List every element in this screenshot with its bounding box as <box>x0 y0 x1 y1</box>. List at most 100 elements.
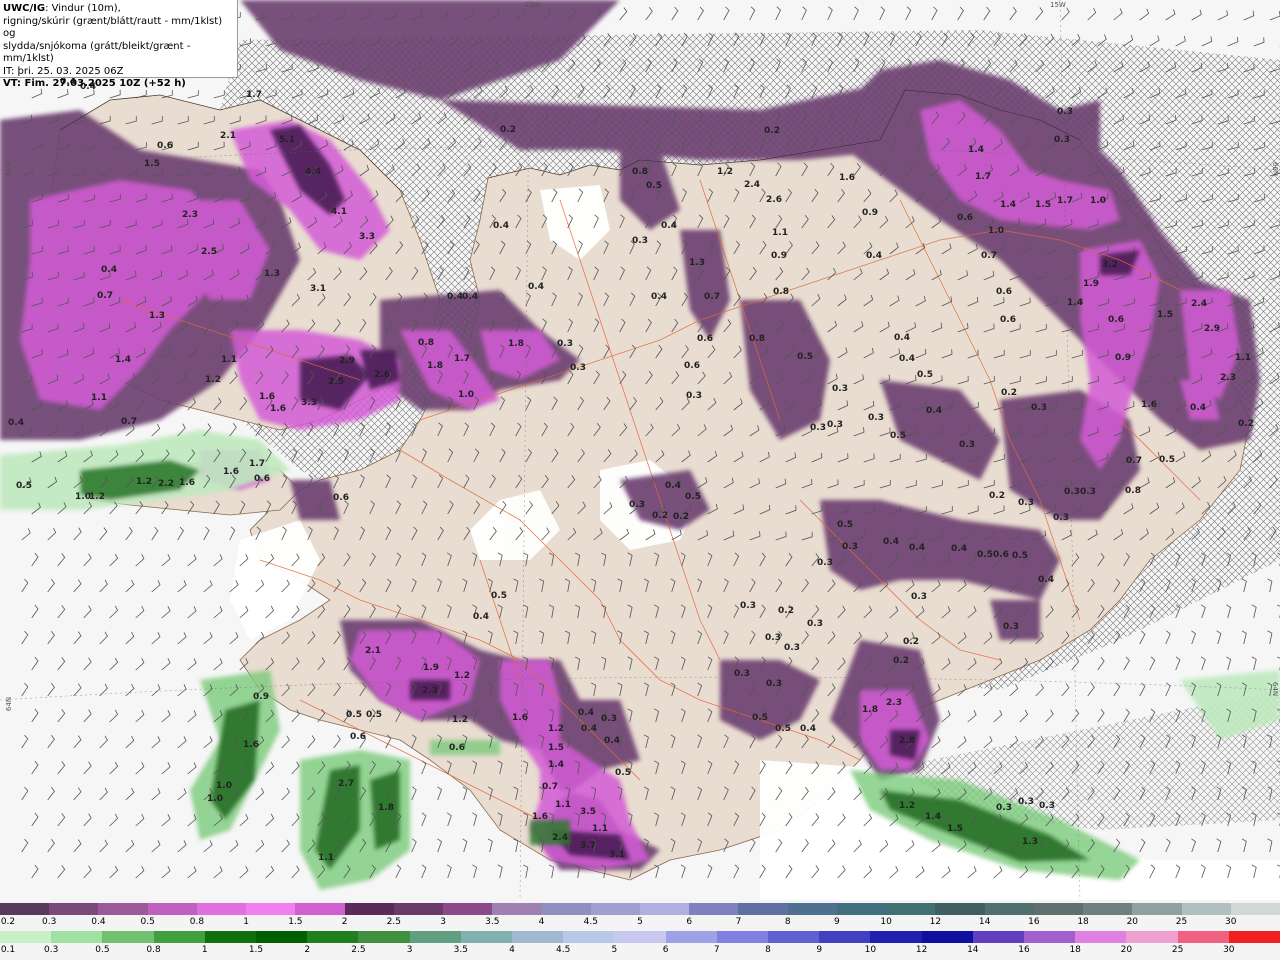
precip-value: 1.8 <box>427 361 443 371</box>
precip-value: 1.8 <box>862 705 878 715</box>
precip-value: 4.1 <box>331 207 347 217</box>
precip-value: 0.5 <box>917 370 933 380</box>
colorbar-swatch <box>972 931 1025 943</box>
precip-value: 2.3 <box>182 210 198 220</box>
precip-value: 1.6 <box>270 404 286 414</box>
precip-value: 0.4 <box>578 708 594 718</box>
precip-value: 0.3 <box>734 669 750 679</box>
colorbar-label: 6 <box>662 945 669 955</box>
precip-value: 2.4 <box>1191 299 1207 309</box>
colorbar-swatch <box>512 931 564 943</box>
precip-value: 3.5 <box>580 807 596 817</box>
precip-value: 0.6 <box>449 743 465 753</box>
weather-map: 0.4 0.4 1.7 2.1 5.1 0.6 1.5 4.4 2.3 4.1 3.3 2.5 0.4 1… <box>0 0 1280 900</box>
colorbar-swatch <box>256 931 308 943</box>
precip-value: 3.7 <box>580 841 596 851</box>
colorbar-label: 1 <box>201 945 208 955</box>
precip-value: 0.2 <box>652 511 668 521</box>
precip-value: 1.3 <box>149 311 165 321</box>
precip-value: 2.3 <box>886 698 902 708</box>
precip-value: 2.3 <box>422 686 438 696</box>
model-name: UWC/IG <box>3 3 46 14</box>
colorbar-swatch <box>0 903 50 915</box>
precip-value: 0.3 <box>832 384 848 394</box>
precip-value: 1.4 <box>925 812 941 822</box>
precip-value: 0.2 <box>673 512 689 522</box>
precip-value: 0.5 <box>366 710 382 720</box>
colorbar-label: 25 <box>1175 917 1188 927</box>
colorbar-label: 10 <box>880 917 892 927</box>
precip-value: 0.4 <box>665 481 681 491</box>
precip-value: 0.3 <box>959 440 975 450</box>
colorbar-label: 30 <box>1223 945 1235 955</box>
precip-value: 1.8 <box>378 803 394 813</box>
precip-value: 0.3 <box>686 391 702 401</box>
colorbar-swatch <box>1230 903 1280 915</box>
colorbar-swatch <box>153 931 206 943</box>
precip-value: 2.9 <box>1204 324 1220 334</box>
lon-label-20w: 20W <box>525 1 541 9</box>
lon-label-15w: 15W <box>1050 1 1066 9</box>
colorbar-label: 14 <box>978 917 991 927</box>
precip-value: 0.7 <box>121 417 137 427</box>
colorbar-swatch <box>246 903 296 915</box>
precip-value: 2.5 <box>201 247 217 257</box>
precip-value: 1.4 <box>1000 200 1016 210</box>
precip-value: 1.1 <box>221 355 237 365</box>
precip-value: 1.2 <box>454 671 470 681</box>
precip-value: 2.8 <box>899 736 915 746</box>
colorbar-swatch <box>358 931 411 943</box>
precip-value: 1.7 <box>249 459 265 469</box>
colorbar-label: 18 <box>1077 917 1089 927</box>
precip-value: 0.6 <box>697 334 713 344</box>
colorbar-swatch <box>541 903 592 915</box>
colorbar-label: 3 <box>440 917 446 927</box>
precip-value: 2.1 <box>220 131 236 141</box>
snow-colorbar: 0.2 0.3 0.4 0.5 0.8 1 1.5 2 2.5 3 3.5 4 4.5 5 6 7 8 9 10 12… <box>0 903 1280 931</box>
precip-value: 5.1 <box>279 135 295 145</box>
precip-value: 1.1 <box>592 824 608 834</box>
colorbar-swatch <box>836 903 887 915</box>
colorbar-label: 9 <box>816 945 823 955</box>
precip-value: 2.9 <box>339 356 355 366</box>
colorbar-swatch <box>935 903 986 915</box>
colorbar-label: 12 <box>929 917 942 927</box>
precip-value: 0.6 <box>996 287 1012 297</box>
precip-value: 1.2 <box>717 167 733 177</box>
precip-value: 0.5 <box>797 352 813 362</box>
precip-value: 0.9 <box>771 251 787 261</box>
precip-value: 0.5 <box>890 431 906 441</box>
colorbar-label: 0.5 <box>140 917 155 927</box>
precip-value: 0.2 <box>903 637 919 647</box>
precip-value: 0.5 <box>646 181 662 191</box>
colorbar-label: 0.8 <box>189 917 205 927</box>
precip-value: 1.4 <box>1067 298 1083 308</box>
colorbar-swatch <box>147 903 198 915</box>
precip-value: 0.4 <box>462 292 478 302</box>
colorbar-swatch <box>738 903 789 915</box>
colorbar-label: 20 <box>1120 945 1133 955</box>
rain-colorbar: 0.1 0.3 0.5 0.8 1 1.5 2 2.5 3 3.5 4 4.5 5 6 7 8 9 10 12 14 1… <box>0 931 1280 959</box>
colorbar-label: 5 <box>637 917 643 927</box>
precip-value: 0.3 <box>911 592 927 602</box>
colorbar-label: 14 <box>967 945 979 955</box>
colorbar-swatch <box>870 931 923 943</box>
precip-value: 1.0 <box>207 794 223 804</box>
colorbar-swatch <box>689 903 739 915</box>
colorbar-label: 10 <box>864 945 877 955</box>
colorbar-label: 25 <box>1171 945 1184 955</box>
colorbar-label: 16 <box>1018 945 1030 955</box>
precip-value: 0.7 <box>981 251 997 261</box>
precip-value: 1.6 <box>223 467 239 477</box>
colorbar-label: 2.5 <box>351 945 366 955</box>
colorbar-swatch <box>787 903 838 915</box>
colorbar-swatch <box>98 903 149 915</box>
precip-value: 0.2 <box>989 491 1005 501</box>
precip-value: 0.3 <box>570 363 586 373</box>
colorbar-swatch <box>1126 931 1179 943</box>
precip-value: 0.3 <box>557 339 573 349</box>
colorbar-label: 3 <box>406 945 413 955</box>
precip-value: 0.4 <box>661 221 677 231</box>
precip-value: 2.1 <box>365 646 381 656</box>
precip-value: 2.2 <box>158 479 174 489</box>
